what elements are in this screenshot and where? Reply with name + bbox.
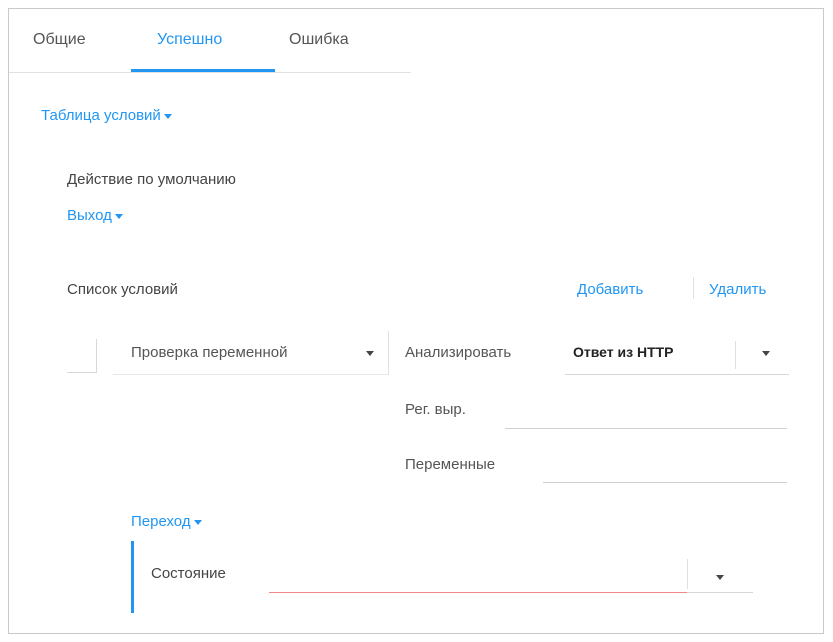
add-condition-button[interactable]: Добавить — [577, 281, 643, 298]
caret-down-icon — [366, 351, 374, 356]
editor-panel: Общие Успешно Ошибка Таблица условий Дей… — [8, 8, 824, 634]
analyze-label: Анализировать — [405, 344, 512, 361]
analyze-select[interactable]: Ответ из HTTP — [565, 331, 789, 375]
transition-label: Переход — [131, 513, 191, 530]
transition-dropdown[interactable]: Переход — [131, 513, 202, 530]
analyze-select-value: Ответ из HTTP — [573, 344, 674, 360]
tab-bar: Общие Успешно Ошибка — [9, 9, 411, 73]
state-label: Состояние — [151, 565, 226, 582]
caret-down-icon — [193, 519, 202, 525]
caret-down-icon — [163, 113, 172, 119]
transition-accent-bar — [131, 541, 134, 613]
conditions-table-dropdown[interactable]: Таблица условий — [41, 107, 172, 124]
default-action-value: Выход — [67, 207, 112, 224]
state-dropdown-caret-icon[interactable] — [716, 575, 724, 580]
regex-label: Рег. выр. — [405, 401, 466, 418]
delete-condition-button[interactable]: Удалить — [709, 281, 766, 298]
condition-type-value: Проверка переменной — [131, 344, 288, 361]
state-input[interactable] — [269, 555, 687, 593]
select-divider — [735, 341, 736, 369]
caret-down-icon — [762, 351, 770, 356]
condition-checkbox[interactable] — [67, 339, 97, 373]
tab-error[interactable]: Ошибка — [289, 31, 349, 49]
select-divider — [687, 559, 688, 589]
state-select-underline — [687, 592, 753, 593]
caret-down-icon — [114, 213, 123, 219]
default-action-dropdown[interactable]: Выход — [67, 207, 123, 224]
default-action-label: Действие по умолчанию — [67, 171, 236, 188]
tab-general[interactable]: Общие — [33, 31, 86, 49]
condition-list-label: Список условий — [67, 281, 178, 298]
conditions-table-label: Таблица условий — [41, 107, 161, 124]
variables-input[interactable] — [543, 453, 787, 483]
regex-input[interactable] — [505, 399, 787, 429]
variables-label: Переменные — [405, 456, 496, 473]
active-tab-indicator — [131, 69, 275, 72]
condition-type-select[interactable]: Проверка переменной — [113, 331, 389, 375]
divider — [693, 277, 694, 299]
tab-success[interactable]: Успешно — [157, 31, 222, 49]
